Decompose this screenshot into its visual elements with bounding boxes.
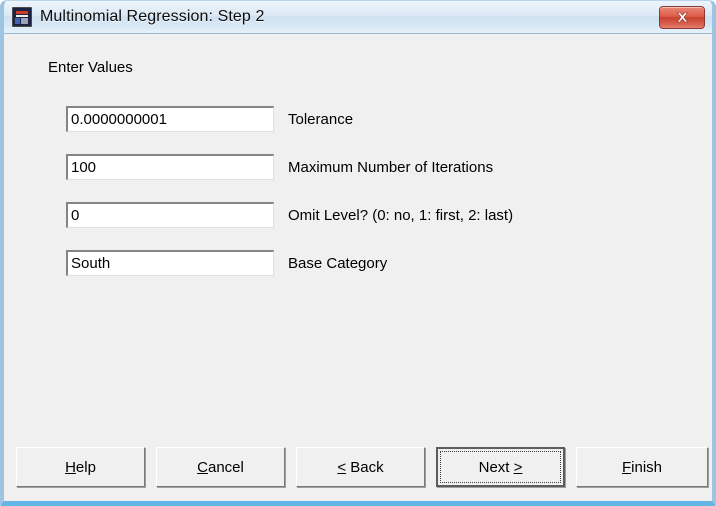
- window-title: Multinomial Regression: Step 2: [40, 8, 265, 25]
- cancel-accel: C: [197, 458, 208, 476]
- field-row-base-category: Base Category: [66, 250, 387, 276]
- help-accel: H: [65, 458, 76, 476]
- title-bar[interactable]: Multinomial Regression: Step 2: [4, 1, 712, 34]
- cancel-label: ancel: [207, 458, 244, 476]
- tolerance-label: Tolerance: [288, 110, 354, 128]
- dialog-client-area: Enter Values Tolerance Maximum Number of…: [4, 34, 712, 501]
- omit-level-input[interactable]: [66, 202, 274, 228]
- back-button[interactable]: < Back: [296, 447, 425, 487]
- field-row-max-iterations: Maximum Number of Iterations: [66, 154, 493, 180]
- max-iterations-input[interactable]: [66, 154, 274, 180]
- help-label: elp: [75, 458, 96, 476]
- next-label: Next: [478, 458, 514, 476]
- next-accel: >: [513, 458, 523, 476]
- cancel-button[interactable]: Cancel: [156, 447, 285, 487]
- field-row-omit-level: Omit Level? (0: no, 1: first, 2: last): [66, 202, 513, 228]
- section-heading: Enter Values: [48, 59, 133, 76]
- finish-label: inish: [631, 458, 663, 476]
- help-button[interactable]: Help: [16, 447, 145, 487]
- finish-button[interactable]: Finish: [576, 447, 708, 487]
- omit-level-label: Omit Level? (0: no, 1: first, 2: last): [288, 206, 514, 224]
- field-row-tolerance: Tolerance: [66, 106, 353, 132]
- close-icon: [676, 11, 688, 22]
- base-category-input[interactable]: [66, 250, 274, 276]
- dialog-button-bar: Help Cancel < Back Next > Finish: [4, 447, 712, 489]
- next-button[interactable]: Next >: [436, 447, 565, 487]
- dialog-window: Multinomial Regression: Step 2 Enter Val…: [0, 0, 716, 506]
- close-button[interactable]: [659, 5, 705, 29]
- back-accel: <: [337, 458, 347, 476]
- app-icon: [12, 7, 32, 27]
- tolerance-input[interactable]: [66, 106, 274, 132]
- max-iterations-label: Maximum Number of Iterations: [288, 158, 494, 176]
- back-label: Back: [346, 458, 384, 476]
- base-category-label: Base Category: [288, 254, 388, 272]
- finish-accel: F: [621, 458, 632, 476]
